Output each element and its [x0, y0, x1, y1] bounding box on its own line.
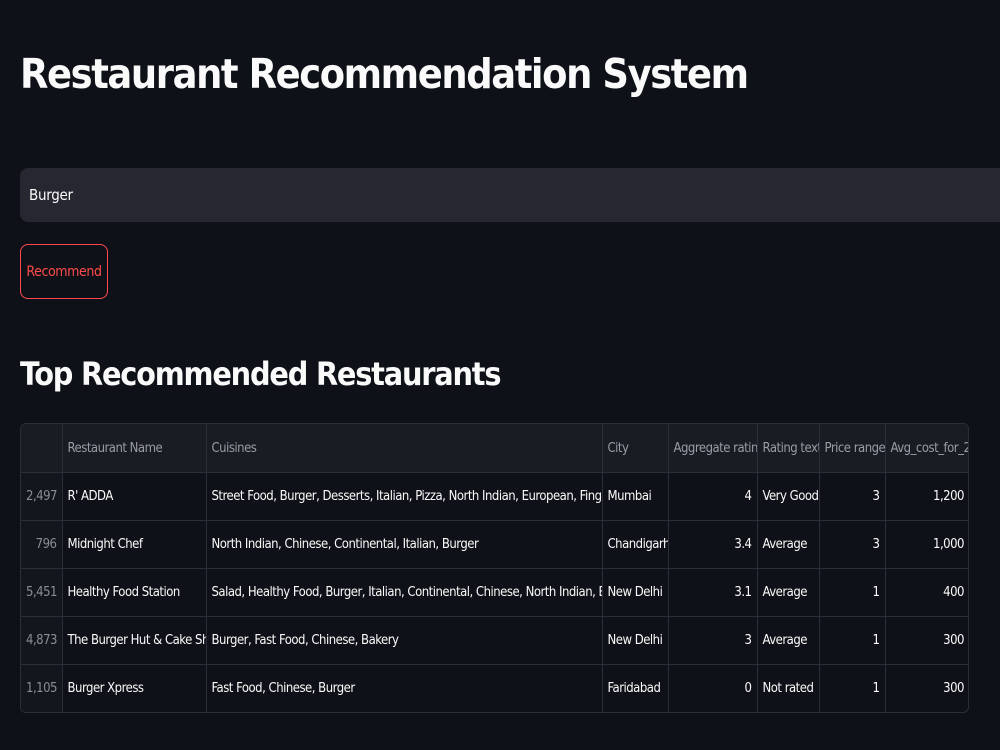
cell-rating-text[interactable]: Average: [757, 616, 820, 665]
cell-price-range[interactable]: 3: [819, 520, 886, 569]
cell-restaurant-name[interactable]: The Burger Hut & Cake Shop: [62, 616, 207, 665]
table-row: 2,497 R' ADDA Street Food, Burger, Desse…: [21, 472, 968, 521]
cell-cuisines[interactable]: North Indian, Chinese, Continental, Ital…: [206, 520, 603, 569]
recommend-button[interactable]: Recommend: [20, 244, 108, 299]
cell-price-range[interactable]: 1: [819, 568, 886, 617]
cell-avg-cost[interactable]: 1,200: [885, 472, 968, 521]
table-row: 5,451 Healthy Food Station Salad, Health…: [21, 568, 968, 617]
cell-avg-cost[interactable]: 300: [885, 616, 968, 665]
row-index: 5,451: [21, 568, 63, 617]
cell-aggregate-rating[interactable]: 4: [668, 472, 758, 521]
row-index: 4,873: [21, 616, 63, 665]
row-index: 1,105: [21, 664, 63, 712]
cell-city[interactable]: Mumbai: [602, 472, 669, 521]
table-row: 4,873 The Burger Hut & Cake Shop Burger,…: [21, 616, 968, 665]
cell-restaurant-name[interactable]: Burger Xpress: [62, 664, 207, 712]
cell-cuisines[interactable]: Fast Food, Chinese, Burger: [206, 664, 603, 712]
table-row: 796 Midnight Chef North Indian, Chinese,…: [21, 520, 968, 569]
column-header-rating-text[interactable]: Rating text: [757, 424, 820, 473]
cell-restaurant-name[interactable]: R' ADDA: [62, 472, 207, 521]
column-header-cuisines[interactable]: Cuisines: [206, 424, 603, 473]
column-header-price-range[interactable]: Price range: [819, 424, 886, 473]
cell-price-range[interactable]: 1: [819, 664, 886, 712]
cell-rating-text[interactable]: Not rated: [757, 664, 820, 712]
cell-cuisines[interactable]: Burger, Fast Food, Chinese, Bakery: [206, 616, 603, 665]
cell-aggregate-rating[interactable]: 0: [668, 664, 758, 712]
cell-avg-cost[interactable]: 300: [885, 665, 968, 713]
cell-city[interactable]: New Delhi: [602, 616, 669, 665]
cell-aggregate-rating[interactable]: 3.1: [668, 568, 758, 617]
page-title: Restaurant Recommendation System: [20, 50, 749, 98]
results-table[interactable]: Restaurant Name Cuisines City Aggregate …: [20, 423, 969, 713]
row-index: 2,497: [21, 472, 63, 521]
cell-avg-cost[interactable]: 1,000: [885, 520, 968, 569]
app-page: Restaurant Recommendation System Recomme…: [0, 0, 1000, 750]
cell-rating-text[interactable]: Average: [757, 520, 820, 569]
cell-avg-cost[interactable]: 400: [885, 568, 968, 617]
cell-aggregate-rating[interactable]: 3: [668, 616, 758, 665]
column-header-index[interactable]: [21, 424, 63, 473]
column-header-city[interactable]: City: [602, 424, 669, 473]
cell-cuisines[interactable]: Street Food, Burger, Desserts, Italian, …: [206, 472, 603, 521]
row-index: 796: [21, 520, 63, 569]
cell-city[interactable]: New Delhi: [602, 568, 669, 617]
cuisine-search-input[interactable]: [20, 168, 1000, 222]
column-header-restaurant-name[interactable]: Restaurant Name: [62, 424, 207, 473]
cell-rating-text[interactable]: Average: [757, 568, 820, 617]
results-heading: Top Recommended Restaurants: [20, 355, 502, 393]
cell-cuisines[interactable]: Salad, Healthy Food, Burger, Italian, Co…: [206, 568, 603, 617]
table-row: 1,105 Burger Xpress Fast Food, Chinese, …: [21, 664, 968, 713]
cell-restaurant-name[interactable]: Midnight Chef: [62, 520, 207, 569]
column-header-avg-cost[interactable]: Avg_cost_for_2: [885, 424, 968, 473]
table-header-row: Restaurant Name Cuisines City Aggregate …: [21, 424, 968, 473]
cell-price-range[interactable]: 3: [819, 472, 886, 521]
cell-city[interactable]: Chandigarh: [602, 520, 669, 569]
cell-price-range[interactable]: 1: [819, 616, 886, 665]
cell-city[interactable]: Faridabad: [602, 664, 669, 712]
cell-aggregate-rating[interactable]: 3.4: [668, 520, 758, 569]
cell-restaurant-name[interactable]: Healthy Food Station: [62, 568, 207, 617]
column-header-aggregate-rating[interactable]: Aggregate rating: [668, 424, 758, 473]
cell-rating-text[interactable]: Very Good: [757, 472, 820, 521]
